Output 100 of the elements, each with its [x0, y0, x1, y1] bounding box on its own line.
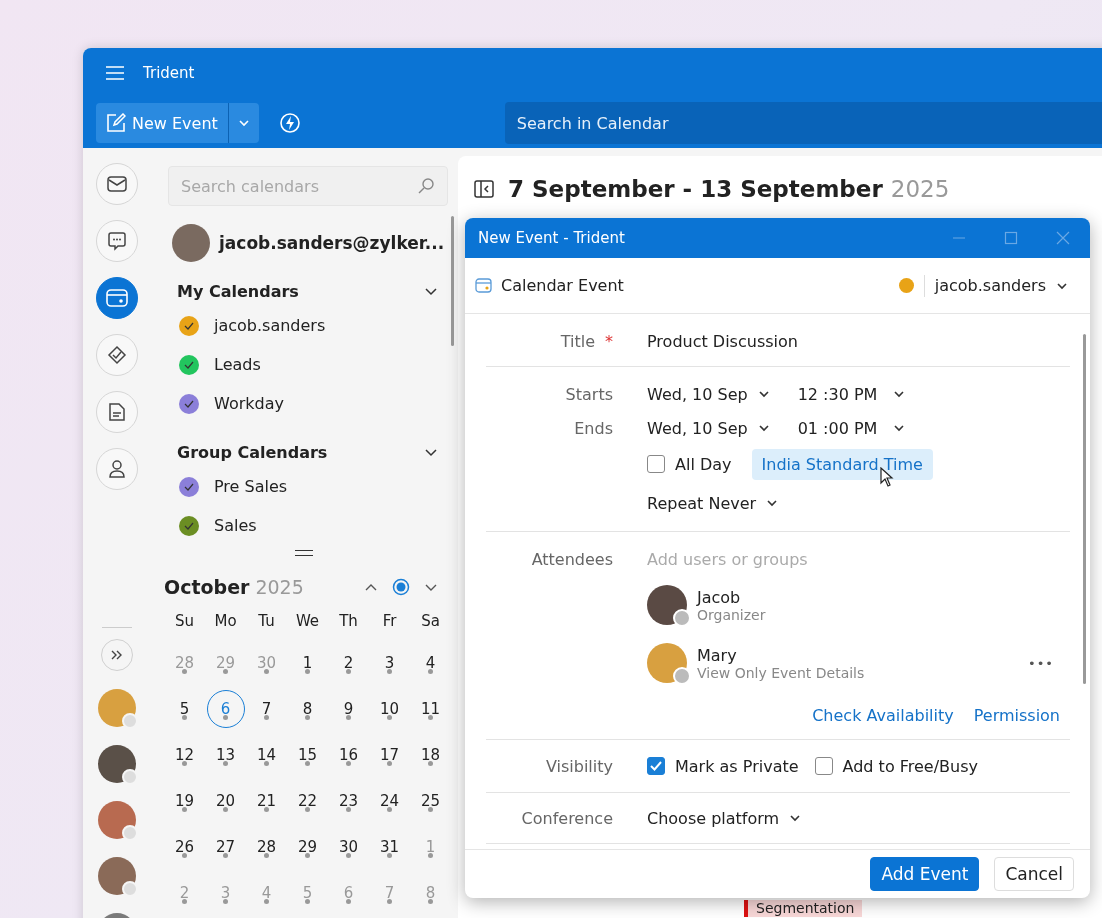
calendar-day[interactable]: 4 [411, 644, 450, 682]
checkbox[interactable] [814, 757, 833, 775]
avatar[interactable] [97, 801, 136, 839]
time-dropdown[interactable]: 12 :30 PM [797, 384, 906, 404]
person-icon [107, 459, 126, 479]
resize-handle[interactable] [295, 550, 313, 556]
more-button[interactable]: ••• [1028, 655, 1054, 671]
avatar[interactable] [97, 857, 136, 895]
search-field[interactable]: Search in Calendar [504, 102, 1102, 144]
calendar-day[interactable]: 13 [206, 736, 245, 774]
mail-icon [106, 176, 127, 192]
calendar-day[interactable]: 29 [288, 828, 327, 866]
checkbox[interactable] [647, 757, 665, 775]
calendar-day[interactable]: 20 [206, 782, 245, 820]
calendar-day[interactable]: 24 [370, 782, 409, 820]
calendar-name[interactable]: Workday [214, 394, 284, 413]
calendar-checkbox[interactable] [179, 315, 199, 336]
calendar-day[interactable]: 21 [247, 782, 286, 820]
date-dropdown[interactable]: Wed, 10 Sep [647, 418, 770, 438]
account-name: jacob.sanders@zylker... [219, 233, 445, 253]
calendar-icon [105, 288, 128, 308]
field-label: Title * [559, 330, 613, 353]
calendar-day[interactable]: 7 [247, 690, 286, 728]
field-label: Visibility [544, 755, 613, 778]
calendar-day[interactable]: 18 [411, 736, 450, 774]
field-label: Attendees [531, 549, 613, 569]
calendar-day[interactable]: 10 [370, 690, 409, 728]
calendar-day[interactable]: 12 [165, 736, 204, 774]
calendar-day[interactable]: 11 [411, 690, 450, 728]
group-heading: My Calendars [177, 281, 299, 301]
platform-dropdown[interactable]: Choose platform [647, 808, 802, 828]
nav-button[interactable] [95, 277, 138, 319]
calendar-name[interactable]: jacob.sanders [214, 316, 326, 335]
app-title: Trident [143, 64, 195, 82]
calendar-day[interactable]: 23 [329, 782, 368, 820]
calendar-day[interactable]: 22 [288, 782, 327, 820]
year-label: 2025 [255, 576, 304, 598]
calendar-day[interactable]: 28 [247, 828, 286, 866]
calendar-day[interactable]: 16 [329, 736, 368, 774]
calendar-day[interactable]: 8 [288, 690, 327, 728]
timezone-button[interactable]: India Standard Time [751, 448, 933, 480]
calendar-name[interactable]: Sales [214, 516, 257, 535]
cancel-button[interactable]: Cancel [994, 857, 1074, 891]
menu-icon[interactable] [105, 66, 125, 80]
lightning-icon[interactable] [278, 112, 301, 134]
avatar[interactable] [97, 745, 136, 783]
repeat-dropdown[interactable]: Repeat Never [647, 493, 779, 513]
calendar-checkbox[interactable] [179, 354, 199, 375]
checkbox-label[interactable]: Add to Free/Busy [842, 756, 979, 776]
calendar-day[interactable]: 30 [329, 828, 368, 866]
calendar-checkbox[interactable] [179, 476, 199, 497]
date-dropdown[interactable]: Wed, 10 Sep [647, 384, 770, 404]
chevron-down-icon [893, 390, 906, 398]
calendar-day[interactable]: 19 [165, 782, 204, 820]
event-chip[interactable]: Segmentation [744, 900, 863, 917]
calendar-name[interactable]: Pre Sales [214, 477, 288, 496]
panel-toggle-icon[interactable] [474, 180, 494, 198]
field-label: Conference [520, 807, 613, 830]
time-dropdown[interactable]: 01 :00 PM [797, 418, 906, 438]
calendar-day[interactable]: 5 [165, 690, 204, 728]
chevron-down-icon [237, 119, 250, 127]
calendar-day[interactable]: 27 [206, 828, 245, 866]
calendar-day[interactable]: 31 [370, 828, 409, 866]
checkbox[interactable] [647, 455, 665, 473]
calendar-name[interactable]: Leads [214, 355, 261, 374]
checklist-icon [106, 345, 127, 365]
calendar-dropdown[interactable]: jacob.sanders [934, 276, 1068, 295]
calendar-checkbox[interactable] [179, 515, 199, 536]
calendar-day[interactable]: 1 [288, 644, 327, 682]
avatar [647, 585, 687, 625]
chevron-up-icon[interactable] [364, 582, 378, 592]
calendar-day[interactable]: 2 [329, 644, 368, 682]
calendar-day[interactable]: 14 [247, 736, 286, 774]
calendar-day[interactable]: 9 [329, 690, 368, 728]
edit-icon [106, 113, 126, 133]
calendar-day[interactable]: 3 [370, 644, 409, 682]
chevron-down-icon[interactable] [424, 447, 438, 457]
add-event-button[interactable]: Add Event [870, 857, 980, 891]
weekday-label: Th [338, 612, 359, 632]
calendar-day[interactable]: 17 [370, 736, 409, 774]
chevron-down-icon[interactable] [424, 582, 438, 592]
event-type-label: Calendar Event [501, 276, 624, 295]
weekday-label: Fr [381, 612, 398, 632]
checkbox-label[interactable]: All Day [675, 454, 732, 474]
chevron-down-icon[interactable] [424, 286, 438, 296]
dialog-title: New Event - Trident [478, 229, 625, 247]
attendee-name: Mary [697, 645, 738, 665]
calendar-day[interactable]: 25 [411, 782, 450, 820]
weekday-label: Sa [420, 612, 441, 632]
link[interactable]: Check Availability [812, 706, 954, 725]
calendar-day[interactable]: 15 [288, 736, 327, 774]
today-icon[interactable] [392, 578, 410, 596]
title-field[interactable]: Product Discussion [647, 324, 1070, 358]
link[interactable]: Permission [973, 706, 1060, 725]
calendar-checkbox[interactable] [179, 393, 199, 414]
month-title: October [164, 576, 250, 598]
weekday-label: Su [174, 612, 195, 632]
new-event-button[interactable]: New Event [96, 103, 259, 143]
checkbox-label[interactable]: Mark as Private [675, 756, 799, 776]
calendar-day[interactable]: 26 [165, 828, 204, 866]
